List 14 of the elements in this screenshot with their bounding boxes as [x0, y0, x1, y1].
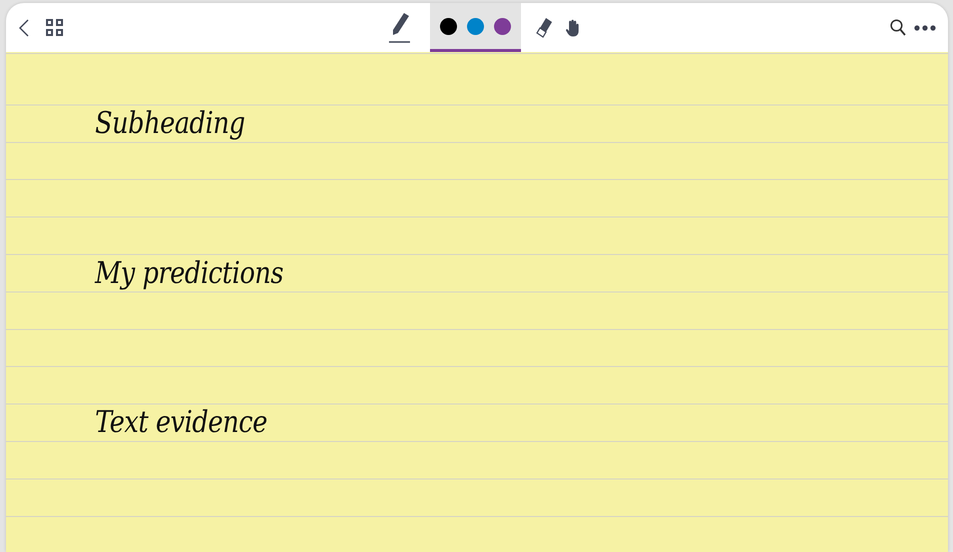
heading-text: My predictions	[95, 254, 284, 292]
color-swatch[interactable]	[440, 18, 457, 34]
hand-icon[interactable]	[565, 18, 581, 36]
pen-icon[interactable]	[388, 12, 412, 44]
more-icon[interactable]	[914, 24, 936, 30]
color-palette[interactable]	[430, 3, 521, 52]
search-icon[interactable]	[890, 19, 906, 36]
color-swatch[interactable]	[494, 18, 511, 34]
back-icon[interactable]	[18, 18, 30, 36]
heading-text: Text evidence	[95, 404, 268, 442]
eraser-icon[interactable]	[535, 16, 553, 38]
grid-icon[interactable]	[46, 19, 63, 36]
color-swatch[interactable]	[467, 18, 484, 34]
heading-text: Subheading	[95, 105, 245, 142]
